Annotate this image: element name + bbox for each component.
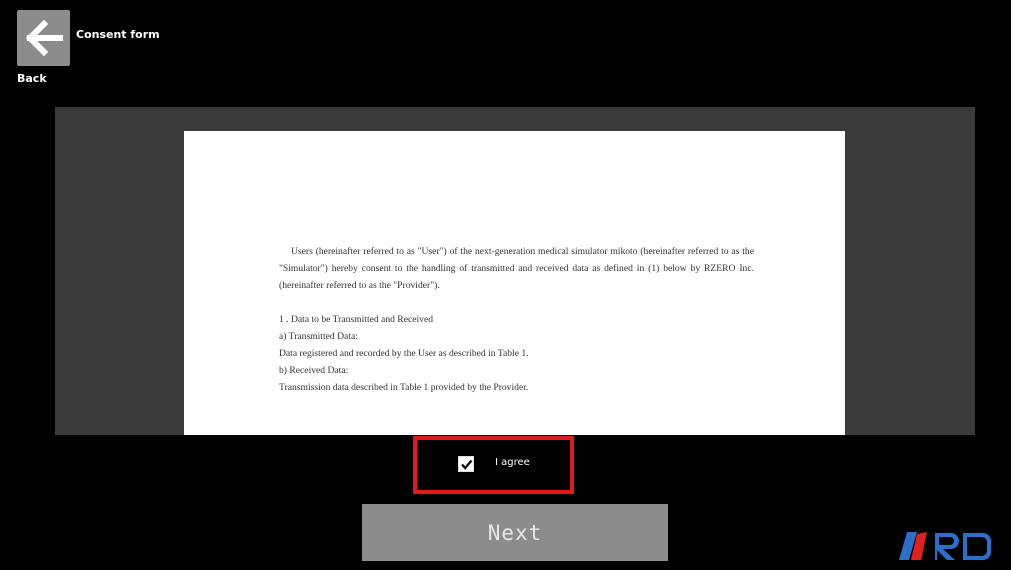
arrow-left-icon [25,20,63,56]
doc-line: Transmission data described in Table 1 p… [279,382,529,393]
page-title: Consent form [76,28,160,41]
doc-paragraph: Users (hereinafter referred to as "User"… [279,246,754,291]
checkmark-icon [460,459,472,470]
rzero-logo [899,532,991,560]
doc-line: Data registered and recorded by the User… [279,348,529,359]
doc-line: b) Received Data: [279,365,349,376]
document-page: Users (hereinafter referred to as "User"… [184,131,845,435]
back-button[interactable] [17,10,70,66]
agree-checkbox-area[interactable]: I agree [413,436,574,494]
agree-label: I agree [495,457,530,468]
agree-checkbox[interactable] [458,456,474,472]
document-text: Users (hereinafter referred to as "User"… [279,243,754,396]
back-label: Back [17,72,47,85]
doc-section-heading: 1 . Data to be Transmitted and Received [279,314,434,325]
doc-line: a) Transmitted Data: [279,331,358,342]
next-button[interactable]: Next [362,504,668,561]
document-viewer[interactable]: Users (hereinafter referred to as "User"… [55,107,975,435]
